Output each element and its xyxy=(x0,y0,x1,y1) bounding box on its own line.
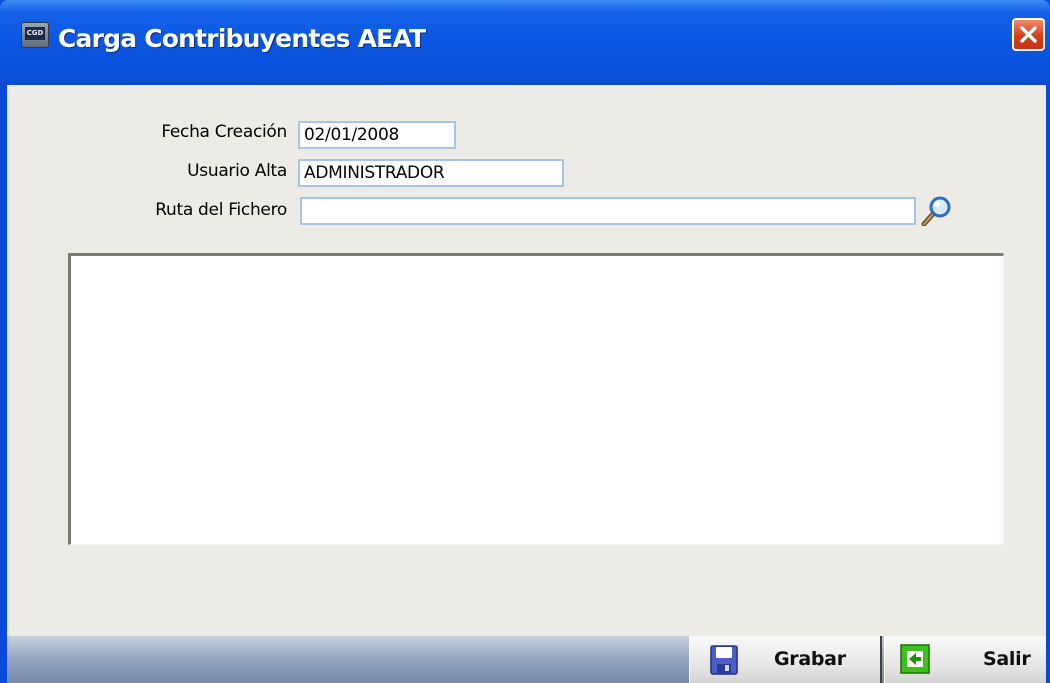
title-bar[interactable]: CGD Carga Contribuyentes AEAT xyxy=(0,0,1050,85)
close-icon xyxy=(1020,26,1037,43)
ruta-fichero-field[interactable] xyxy=(300,197,916,225)
salir-label: Salir xyxy=(983,648,1031,670)
browse-file-button[interactable] xyxy=(920,196,952,227)
search-icon xyxy=(921,196,951,227)
save-icon xyxy=(710,645,738,675)
close-button[interactable] xyxy=(1012,18,1045,51)
window-title: Carga Contribuyentes AEAT xyxy=(58,24,426,53)
usuario-alta-label: Usuario Alta xyxy=(187,161,287,181)
usuario-alta-field[interactable] xyxy=(298,159,564,187)
app-icon: CGD xyxy=(21,22,49,48)
salir-button[interactable]: Salir xyxy=(884,636,1046,683)
fecha-creacion-field[interactable] xyxy=(298,121,456,149)
exit-icon xyxy=(900,644,930,674)
fecha-creacion-label: Fecha Creación xyxy=(161,122,287,142)
grabar-label: Grabar xyxy=(774,648,846,670)
app-icon-label: CGD xyxy=(25,27,45,40)
grabar-button[interactable]: Grabar xyxy=(689,636,882,683)
log-panel[interactable] xyxy=(68,253,1004,545)
client-area: Fecha Creación Usuario Alta Ruta del Fic… xyxy=(7,85,1046,683)
app-window: CGD Carga Contribuyentes AEAT Fecha Crea… xyxy=(0,0,1050,683)
ruta-fichero-label: Ruta del Fichero xyxy=(155,200,287,220)
